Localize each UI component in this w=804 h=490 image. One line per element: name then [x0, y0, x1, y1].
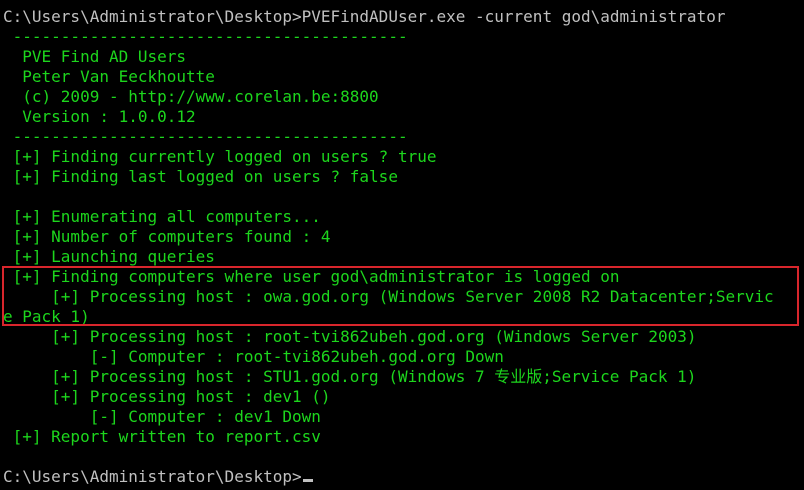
- result-line: [0, 447, 804, 467]
- status-line: [+] Finding last logged on users ? false: [3, 167, 398, 186]
- banner-line: Version : 1.0.0.12: [3, 107, 196, 126]
- final-prompt: C:\Users\Administrator\Desktop>: [3, 467, 302, 486]
- status-line: [+] Launching queries: [3, 247, 215, 266]
- result-line: [-] Computer : dev1 Down: [3, 407, 321, 426]
- banner-line: Peter Van Eeckhoutte: [3, 67, 215, 86]
- banner-line: PVE Find AD Users: [3, 47, 187, 66]
- status-line: [+] Number of computers found : 4: [3, 227, 331, 246]
- status-line: [+] Finding currently logged on users ? …: [3, 147, 437, 166]
- banner-line: (c) 2009 - http://www.corelan.be:8800: [3, 87, 379, 106]
- result-line: [+] Processing host : root-tvi862ubeh.go…: [3, 327, 697, 346]
- highlighted-line: e Pack 1): [3, 307, 90, 326]
- status-line: [0, 187, 804, 207]
- final-prompt-line[interactable]: C:\Users\Administrator\Desktop>: [0, 467, 804, 487]
- separator-bottom: ----------------------------------------…: [3, 127, 408, 146]
- cursor-icon: [302, 479, 313, 482]
- terminal-window[interactable]: C:\Users\Administrator\Desktop>PVEFindAD…: [0, 0, 804, 490]
- result-line: [+] Processing host : dev1 (): [3, 387, 331, 406]
- separator-top: ----------------------------------------…: [3, 27, 408, 46]
- result-line: [-] Computer : root-tvi862ubeh.god.org D…: [3, 347, 504, 366]
- command-line: C:\Users\Administrator\Desktop>PVEFindAD…: [3, 7, 726, 26]
- status-line: [+] Enumerating all computers...: [3, 207, 321, 226]
- result-line: [+] Report written to report.csv: [3, 427, 321, 446]
- highlighted-line: [+] Finding computers where user god\adm…: [3, 267, 620, 286]
- result-line: [+] Processing host : STU1.god.org (Wind…: [3, 367, 697, 386]
- highlighted-line: [+] Processing host : owa.god.org (Windo…: [3, 287, 774, 306]
